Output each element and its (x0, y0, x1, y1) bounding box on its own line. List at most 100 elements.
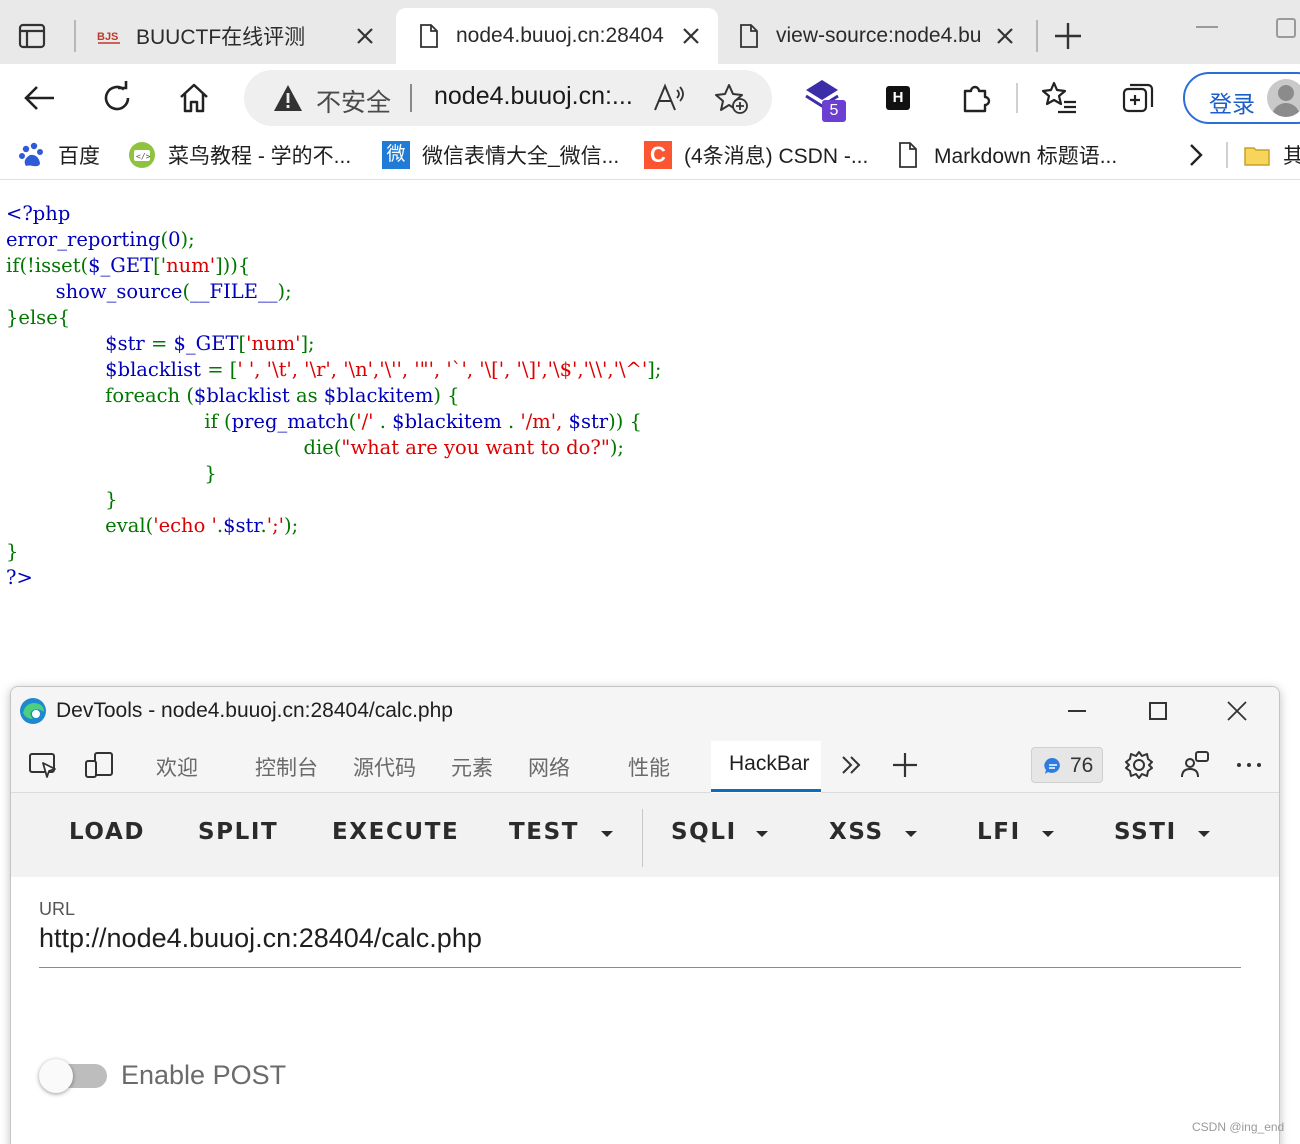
hackbar-test-button[interactable]: TEST (509, 819, 579, 845)
code-token: eval (6, 514, 146, 537)
dropdown-caret-icon[interactable] (905, 831, 917, 837)
code-token: $blackitem (392, 410, 508, 433)
code-line: foreach ($blacklist as $blackitem) { (6, 383, 661, 409)
inspect-element-icon[interactable] (27, 749, 59, 781)
hackbar-xss-button[interactable]: XSS (829, 819, 884, 845)
tab-hackbar[interactable]: HackBar (729, 752, 810, 776)
bookmark-weixin[interactable]: 微 微信表情大全_微信... (382, 140, 619, 170)
code-token: '/' (356, 410, 380, 433)
chevron-right-icon[interactable] (1182, 140, 1210, 170)
enable-post-toggle-knob[interactable] (39, 1059, 73, 1093)
url-input[interactable]: http://node4.buuoj.cn:28404/calc.php (39, 923, 482, 954)
tab-title: node4.buuoj.cn:28404 (456, 24, 664, 47)
code-token: ); (609, 436, 625, 459)
code-token: } (6, 540, 19, 563)
code-token: ]; (647, 358, 662, 381)
favorites-list-icon[interactable] (1040, 78, 1080, 118)
baidu-paw-icon (19, 142, 43, 167)
new-tab-plus-icon[interactable] (1050, 18, 1086, 54)
hackbar-sqli-button[interactable]: SQLI (671, 819, 737, 845)
folder-icon (1244, 147, 1270, 166)
window-minimize-button[interactable] (1196, 26, 1218, 28)
code-token: ( (160, 228, 169, 251)
code-token: $_GET (173, 332, 239, 355)
bookmark-other-folder[interactable]: 其 (1243, 140, 1300, 170)
close-tab-icon[interactable] (990, 21, 1020, 51)
tab-node4-active[interactable]: node4.buuoj.cn:28404 (396, 8, 718, 64)
url-input-underline (39, 967, 1241, 968)
hackbar-split-button[interactable]: SPLIT (198, 819, 278, 845)
bookmarks-bar: 百度 </> 菜鸟教程 - 学的不... 微 微信表情大全_微信... C (4… (0, 130, 1300, 180)
warning-triangle-icon[interactable] (272, 83, 304, 113)
bookmark-markdown[interactable]: Markdown 标题语... (894, 140, 1117, 170)
code-token: if(!isset( (6, 254, 89, 277)
code-token: } (6, 462, 217, 485)
login-button[interactable]: 登录 (1183, 72, 1300, 124)
dropdown-caret-icon[interactable] (756, 831, 768, 837)
address-bar[interactable]: 不安全 node4.buuoj.cn:... (244, 70, 772, 126)
extensions-puzzle-icon[interactable] (956, 78, 996, 118)
more-tabs-chevron-icon[interactable] (835, 749, 867, 781)
hackbar-execute-button[interactable]: EXECUTE (332, 819, 459, 845)
code-line: $str = $_GET['num']; (6, 331, 661, 357)
devtools-title: DevTools - node4.buuoj.cn:28404/calc.php (56, 699, 453, 722)
window-maximize-button[interactable] (1276, 18, 1296, 38)
dropdown-caret-icon[interactable] (1042, 831, 1054, 837)
device-emulation-icon[interactable] (83, 749, 115, 781)
page-icon (740, 24, 758, 48)
code-line: if (preg_match('/' . $blackitem . '/m', … (6, 409, 661, 435)
devtools-maximize-button[interactable] (1149, 702, 1167, 720)
hackbar-load-button[interactable]: LOAD (69, 819, 145, 845)
tab-strip: BJS BUUCTF在线评测 node4.buuoj.cn:28404 view… (0, 0, 1300, 64)
url-text[interactable]: node4.buuoj.cn:... (434, 82, 633, 111)
devtools-close-icon[interactable] (1225, 699, 1249, 723)
code-token: 'num' (246, 332, 301, 355)
bookmark-baidu[interactable]: 百度 (18, 140, 100, 170)
devtools-tab-bar: 欢迎 控制台 源代码 元素 网络 性能 HackBar 76 (11, 735, 1279, 793)
bookmark-runoob[interactable]: </> 菜鸟教程 - 学的不... (128, 140, 351, 170)
profile-avatar[interactable] (1267, 79, 1300, 117)
code-token: = (150, 332, 174, 355)
tab-console[interactable]: 控制台 (255, 752, 318, 782)
code-token: 'echo ' (153, 514, 217, 537)
code-token: ); (180, 228, 195, 251)
bookmark-label: 百度 (58, 145, 100, 168)
tab-elements[interactable]: 元素 (451, 752, 493, 782)
code-line: } (6, 461, 661, 487)
hackbar-ssti-button[interactable]: SSTI (1114, 819, 1177, 845)
code-token: . (507, 410, 521, 433)
devtools-minimize-button[interactable] (1068, 710, 1086, 712)
close-tab-icon[interactable] (350, 21, 380, 51)
refresh-icon[interactable] (97, 78, 137, 118)
add-tab-plus-icon[interactable] (889, 749, 921, 781)
issues-count: 76 (1070, 754, 1094, 777)
dropdown-caret-icon[interactable] (601, 831, 613, 837)
settings-gear-icon[interactable] (1123, 749, 1155, 781)
tab-sources[interactable]: 源代码 (353, 752, 416, 782)
hackbar-lfi-button[interactable]: LFI (977, 819, 1021, 845)
add-favorite-star-icon[interactable] (714, 82, 748, 114)
tab-network[interactable]: 网络 (528, 752, 570, 782)
tab-view-source[interactable]: view-source:node4.bu (716, 8, 1032, 64)
tab-performance[interactable]: 性能 (628, 752, 670, 782)
more-options-icon[interactable] (1233, 749, 1265, 781)
tab-actions-icon[interactable] (14, 18, 50, 54)
hackbar-extension-icon[interactable]: H (886, 86, 910, 110)
code-line: die("what are you want to do?"); (6, 435, 661, 461)
read-aloud-icon[interactable] (652, 82, 686, 114)
code-token: } (6, 488, 118, 511)
back-arrow-icon[interactable] (20, 78, 60, 118)
issues-counter[interactable]: 76 (1031, 747, 1103, 783)
dropdown-caret-icon[interactable] (1198, 831, 1210, 837)
close-tab-icon[interactable] (676, 21, 706, 51)
feedback-people-icon[interactable] (1179, 749, 1211, 781)
code-token: die (6, 436, 334, 459)
tab-welcome[interactable]: 欢迎 (156, 752, 198, 782)
code-token: [' (153, 254, 167, 277)
tab-buuctf[interactable]: BJS BUUCTF在线评测 (76, 8, 392, 64)
browser-toolbar: 不安全 node4.buuoj.cn:... 5 H 登录 (0, 64, 1300, 130)
collections-icon[interactable] (1118, 78, 1158, 118)
home-icon[interactable] (174, 78, 214, 118)
bookmark-csdn[interactable]: C (4条消息) CSDN -... (644, 140, 868, 170)
insecure-label[interactable]: 不安全 (316, 83, 391, 119)
